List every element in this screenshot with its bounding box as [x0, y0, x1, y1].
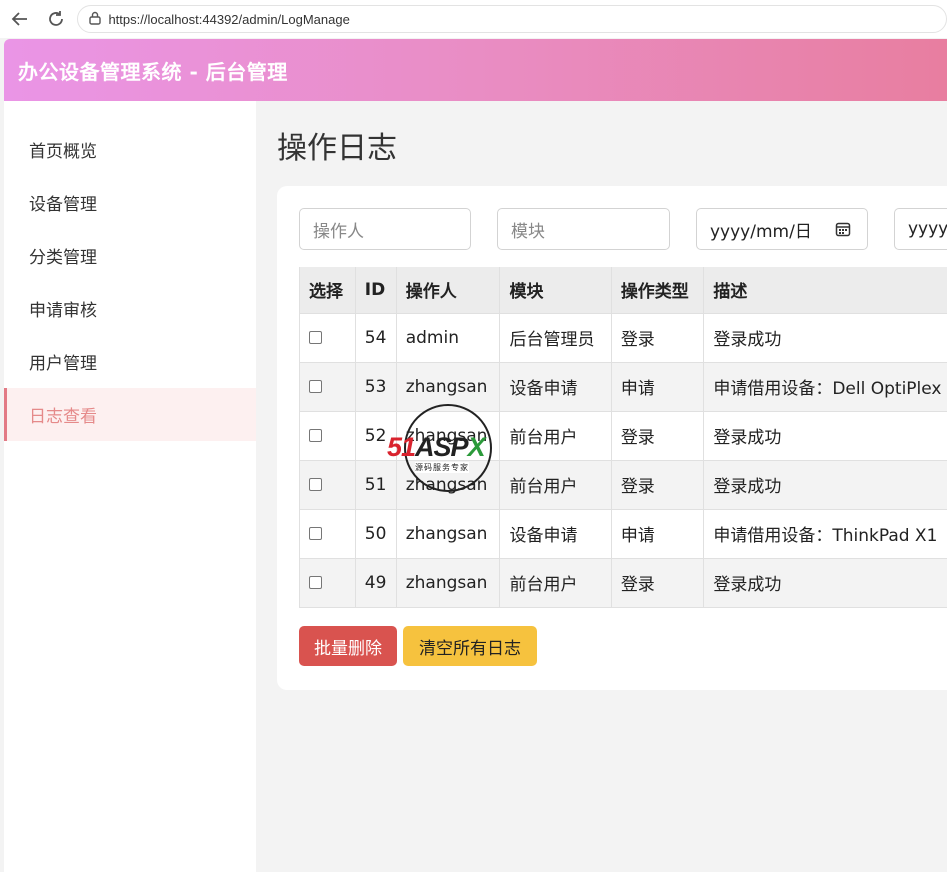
cell-operator: admin	[396, 313, 501, 363]
app-title: 办公设备管理系统 - 后台管理	[18, 59, 288, 84]
table-row: 49 zhangsan 前台用户 登录 登录成功	[299, 558, 947, 608]
sidebar-item-users[interactable]: 用户管理	[4, 335, 256, 388]
cell-type: 登录	[611, 313, 705, 363]
col-header-description: 描述	[703, 267, 947, 314]
col-header-type: 操作类型	[611, 267, 705, 314]
watermark-logo: 51ASPX 源码服务专家	[387, 402, 513, 494]
log-panel: 操作人 模块 yyyy/mm/日 yyyy/ 选择 ID 操作人 模块 操作类型	[277, 186, 947, 690]
app-header: 办公设备管理系统 - 后台管理	[4, 39, 947, 101]
col-header-select: 选择	[299, 267, 356, 314]
reload-icon[interactable]	[44, 7, 68, 31]
main-content: 操作日志 操作人 模块 yyyy/mm/日 yyyy/ 选择 ID 操作人 模块	[256, 101, 947, 872]
cell-id: 50	[355, 509, 397, 559]
cell-type: 登录	[611, 460, 705, 510]
table-row: 50 zhangsan 设备申请 申请 申请借用设备：ThinkPad X1	[299, 509, 947, 559]
watermark-subtitle: 源码服务专家	[415, 462, 469, 473]
row-checkbox[interactable]	[309, 478, 322, 491]
cell-type: 登录	[611, 558, 705, 608]
cell-type: 申请	[611, 362, 705, 412]
row-checkbox[interactable]	[309, 576, 322, 589]
cell-type: 登录	[611, 411, 705, 461]
cell-module: 前台用户	[499, 411, 612, 461]
cell-description: 登录成功	[703, 460, 947, 510]
start-date-value: yyyy/mm/日	[710, 221, 812, 242]
watermark-brand: 51ASPX	[387, 432, 486, 462]
col-header-id: ID	[355, 267, 397, 314]
address-bar[interactable]: https://localhost:44392/admin/LogManage	[77, 5, 947, 33]
module-filter-input[interactable]: 模块	[497, 208, 670, 250]
calendar-icon[interactable]	[835, 221, 851, 242]
row-checkbox[interactable]	[309, 380, 322, 393]
clear-all-logs-button[interactable]: 清空所有日志	[403, 626, 537, 666]
url-text[interactable]: https://localhost:44392/admin/LogManage	[108, 12, 349, 27]
cell-description: 登录成功	[703, 313, 947, 363]
row-checkbox[interactable]	[309, 331, 322, 344]
page-title: 操作日志	[277, 131, 397, 166]
cell-description: 登录成功	[703, 411, 947, 461]
back-arrow-icon[interactable]	[8, 7, 32, 31]
start-date-input[interactable]: yyyy/mm/日	[696, 208, 868, 250]
row-checkbox[interactable]	[309, 527, 322, 540]
table-header-row: 选择 ID 操作人 模块 操作类型 描述	[299, 267, 947, 314]
cell-id: 49	[355, 558, 397, 608]
cell-description: 登录成功	[703, 558, 947, 608]
end-date-value: yyyy/	[908, 219, 947, 239]
sidebar-item-categories[interactable]: 分类管理	[4, 229, 256, 282]
batch-delete-button[interactable]: 批量删除	[299, 626, 397, 666]
operator-filter-input[interactable]: 操作人	[299, 208, 471, 250]
sidebar-item-approvals[interactable]: 申请审核	[4, 282, 256, 335]
cell-module: 设备申请	[499, 362, 612, 412]
sidebar-item-logs[interactable]: 日志查看	[4, 388, 256, 441]
cell-description: 申请借用设备：ThinkPad X1	[703, 509, 947, 559]
end-date-input[interactable]: yyyy/	[894, 208, 947, 250]
browser-toolbar: https://localhost:44392/admin/LogManage	[0, 0, 947, 38]
sidebar-item-dashboard[interactable]: 首页概览	[4, 123, 256, 176]
site-info-icon[interactable]	[88, 10, 102, 29]
sidebar: 首页概览 设备管理 分类管理 申请审核 用户管理 日志查看	[4, 101, 256, 872]
table-row: 54 admin 后台管理员 登录 登录成功	[299, 313, 947, 363]
col-header-operator: 操作人	[396, 267, 501, 314]
cell-operator: zhangsan	[396, 509, 501, 559]
cell-type: 申请	[611, 509, 705, 559]
cell-module: 前台用户	[499, 558, 612, 608]
cell-module: 前台用户	[499, 460, 612, 510]
cell-module: 设备申请	[499, 509, 612, 559]
cell-module: 后台管理员	[499, 313, 612, 363]
cell-operator: zhangsan	[396, 558, 501, 608]
sidebar-item-devices[interactable]: 设备管理	[4, 176, 256, 229]
row-checkbox[interactable]	[309, 429, 322, 442]
col-header-module: 模块	[499, 267, 612, 314]
cell-description: 申请借用设备：Dell OptiPlex	[703, 362, 947, 412]
cell-id: 54	[355, 313, 397, 363]
